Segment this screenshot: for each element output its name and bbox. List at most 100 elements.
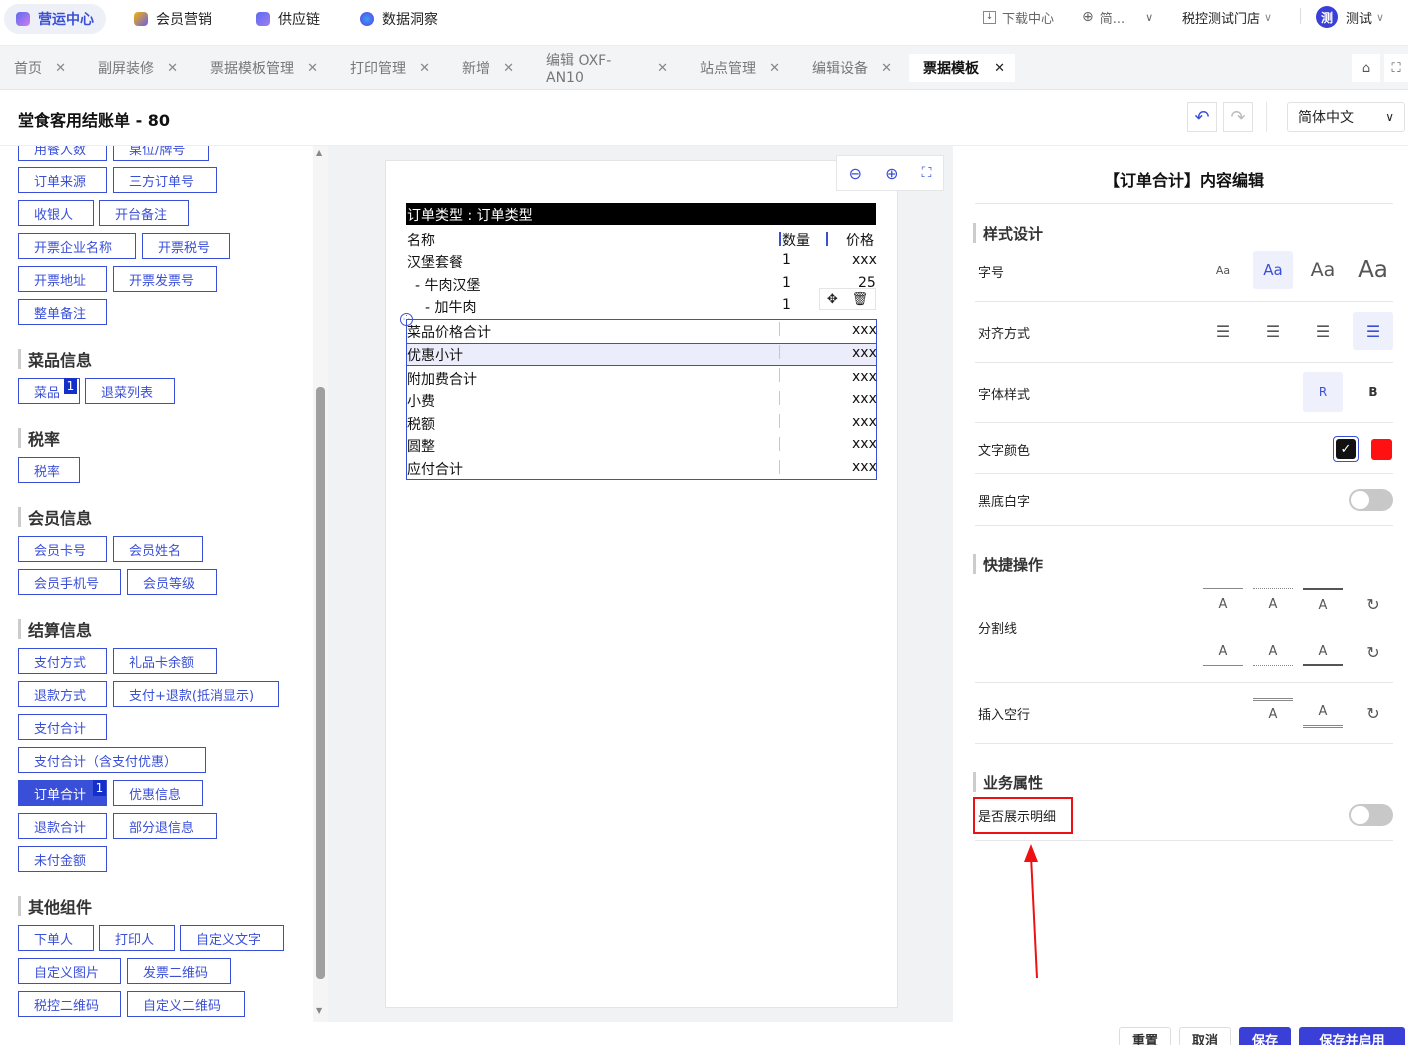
component-discount-info[interactable]: 优惠信息	[113, 780, 203, 806]
component-dine-count[interactable]: 用餐人数	[18, 146, 107, 161]
tab-site-mgmt[interactable]: 站点管理 ✕	[686, 54, 790, 82]
divider-top-bold-icon[interactable]: A	[1303, 588, 1343, 620]
component-custom-image[interactable]: 自定义图片	[18, 958, 121, 984]
app-supply-chain[interactable]: 供应链	[244, 4, 332, 34]
delete-icon[interactable]: 🗑	[852, 292, 869, 307]
component-unpaid-amount[interactable]: 未付金额	[18, 846, 107, 872]
component-tax-qrcode[interactable]: 税控二维码	[18, 991, 121, 1017]
template-language-select[interactable]: 简体中文 ∨	[1287, 102, 1405, 132]
component-member-level[interactable]: 会员等级	[127, 569, 217, 595]
show-detail-toggle[interactable]	[1349, 804, 1393, 826]
move-icon[interactable]: ✥	[827, 292, 838, 307]
font-size-large[interactable]: Aa	[1303, 251, 1343, 289]
component-dish[interactable]: 菜品 1	[18, 378, 80, 404]
store-switch[interactable]: 税控测试门店 ∨	[1182, 4, 1272, 30]
component-invoice-company[interactable]: 开票企业名称	[18, 233, 136, 259]
divider-bottom-bold-icon[interactable]: A	[1303, 638, 1343, 666]
tab-receipt-template-mgmt[interactable]: 票据模板管理 ✕	[196, 54, 328, 82]
close-icon[interactable]: ✕	[657, 61, 668, 76]
tab-edit-device-model[interactable]: 编辑 OXF-AN10 ✕	[532, 53, 678, 86]
divider-top-solid-icon[interactable]: A	[1203, 588, 1243, 620]
reset-icon[interactable]: ↻	[1353, 698, 1393, 728]
component-order-note[interactable]: 整单备注	[18, 299, 107, 325]
component-gift-card-balance[interactable]: 礼品卡余额	[113, 648, 217, 674]
component-member-card[interactable]: 会员卡号	[18, 536, 107, 562]
component-partial-refund-info[interactable]: 部分退信息	[113, 813, 217, 839]
close-icon[interactable]: ✕	[503, 61, 514, 76]
divider-bottom-dotted-icon[interactable]: A	[1253, 638, 1293, 666]
component-refund-method[interactable]: 退款方式	[18, 681, 107, 707]
reset-icon[interactable]: ↻	[1353, 638, 1393, 666]
insert-blank-below-icon[interactable]: A	[1303, 698, 1343, 728]
tab-print-mgmt[interactable]: 打印管理 ✕	[336, 54, 440, 82]
component-invoice-address[interactable]: 开票地址	[18, 266, 107, 292]
scroll-up-icon[interactable]: ▲	[316, 148, 322, 157]
component-return-list[interactable]: 退菜列表	[85, 378, 175, 404]
tab-edit-device[interactable]: 编辑设备 ✕	[798, 54, 902, 82]
scroll-down-icon[interactable]: ▼	[316, 1006, 322, 1015]
font-size-medium[interactable]: Aa	[1253, 251, 1293, 289]
font-style-bold[interactable]: B	[1353, 372, 1393, 412]
app-member-marketing[interactable]: 会员营销	[122, 4, 224, 34]
align-left-icon[interactable]: ☰	[1203, 312, 1243, 350]
undo-icon[interactable]: ↶	[1187, 102, 1217, 132]
align-center-icon[interactable]: ☰	[1253, 312, 1293, 350]
component-payment-total-with-discount[interactable]: 支付合计（含支付优惠）	[18, 747, 206, 773]
fit-screen-icon[interactable]: ⛶	[922, 165, 932, 181]
component-tax-rate[interactable]: 税率	[18, 457, 80, 483]
component-third-party-order[interactable]: 三方订单号	[113, 167, 217, 193]
component-member-phone[interactable]: 会员手机号	[18, 569, 121, 595]
reset-button[interactable]: 重置	[1119, 1027, 1171, 1045]
component-refund-total[interactable]: 退款合计	[18, 813, 107, 839]
component-custom-qrcode[interactable]: 自定义二维码	[127, 991, 245, 1017]
download-center[interactable]: ↓ 下载中心	[983, 4, 1054, 30]
component-invoice-number[interactable]: 开票发票号	[113, 266, 217, 292]
divider-top-dotted-icon[interactable]: A	[1253, 588, 1293, 620]
insert-blank-above-icon[interactable]: A	[1253, 698, 1293, 728]
scrollbar-thumb[interactable]	[316, 387, 325, 979]
font-style-regular[interactable]: R	[1303, 372, 1343, 412]
home-icon[interactable]: ⌂	[1352, 54, 1380, 82]
close-icon[interactable]: ✕	[994, 61, 1005, 76]
tab-new[interactable]: 新增 ✕	[448, 54, 524, 82]
component-order-placer[interactable]: 下单人	[18, 925, 94, 951]
fullscreen-icon[interactable]: ⛶	[1384, 54, 1408, 82]
component-member-name[interactable]: 会员姓名	[113, 536, 203, 562]
divider-bottom-solid-icon[interactable]: A	[1203, 638, 1243, 666]
color-swatch-black[interactable]: ✓	[1333, 436, 1359, 462]
align-justify-icon[interactable]: ☰	[1353, 312, 1393, 350]
close-icon[interactable]: ✕	[881, 61, 892, 76]
reset-icon[interactable]: ↻	[1353, 588, 1393, 620]
inverse-toggle[interactable]	[1349, 489, 1393, 511]
component-table-note[interactable]: 开台备注	[99, 200, 189, 226]
component-payment-method[interactable]: 支付方式	[18, 648, 107, 674]
component-order-source[interactable]: 订单来源	[18, 167, 107, 193]
save-and-enable-button[interactable]: 保存并启用	[1299, 1027, 1405, 1045]
font-size-small[interactable]: Aa	[1203, 251, 1243, 289]
zoom-in-icon[interactable]: ⊕	[885, 164, 898, 183]
app-ops-center[interactable]: 营运中心	[4, 4, 106, 34]
language-switch[interactable]: ⊕ 简... ∨	[1082, 4, 1153, 30]
component-printer-person[interactable]: 打印人	[99, 925, 175, 951]
app-data-insight[interactable]: 数据洞察	[348, 4, 450, 34]
cancel-button[interactable]: 取消	[1179, 1027, 1231, 1045]
component-invoice-tax-no[interactable]: 开票税号	[142, 233, 230, 259]
close-icon[interactable]: ✕	[307, 61, 318, 76]
component-custom-text[interactable]: 自定义文字	[180, 925, 284, 951]
component-cashier[interactable]: 收银人	[18, 200, 94, 226]
close-icon[interactable]: ✕	[419, 61, 430, 76]
component-table-number[interactable]: 桌位/牌号	[113, 146, 209, 161]
user-menu[interactable]: 测测试 ∨	[1316, 4, 1384, 30]
align-right-icon[interactable]: ☰	[1303, 312, 1343, 350]
tab-secondary-screen[interactable]: 副屏装修 ✕	[84, 54, 188, 82]
component-invoice-qrcode[interactable]: 发票二维码	[127, 958, 231, 984]
component-order-total[interactable]: 订单合计 1	[18, 780, 107, 806]
close-icon[interactable]: ✕	[55, 61, 66, 76]
redo-icon[interactable]: ↷	[1223, 102, 1253, 132]
component-payment-total[interactable]: 支付合计	[18, 714, 107, 740]
zoom-out-icon[interactable]: ⊖	[849, 164, 862, 183]
tab-home[interactable]: 首页 ✕	[0, 54, 76, 82]
close-icon[interactable]: ✕	[769, 61, 780, 76]
color-swatch-red[interactable]	[1371, 439, 1392, 460]
save-button[interactable]: 保存	[1239, 1027, 1291, 1045]
